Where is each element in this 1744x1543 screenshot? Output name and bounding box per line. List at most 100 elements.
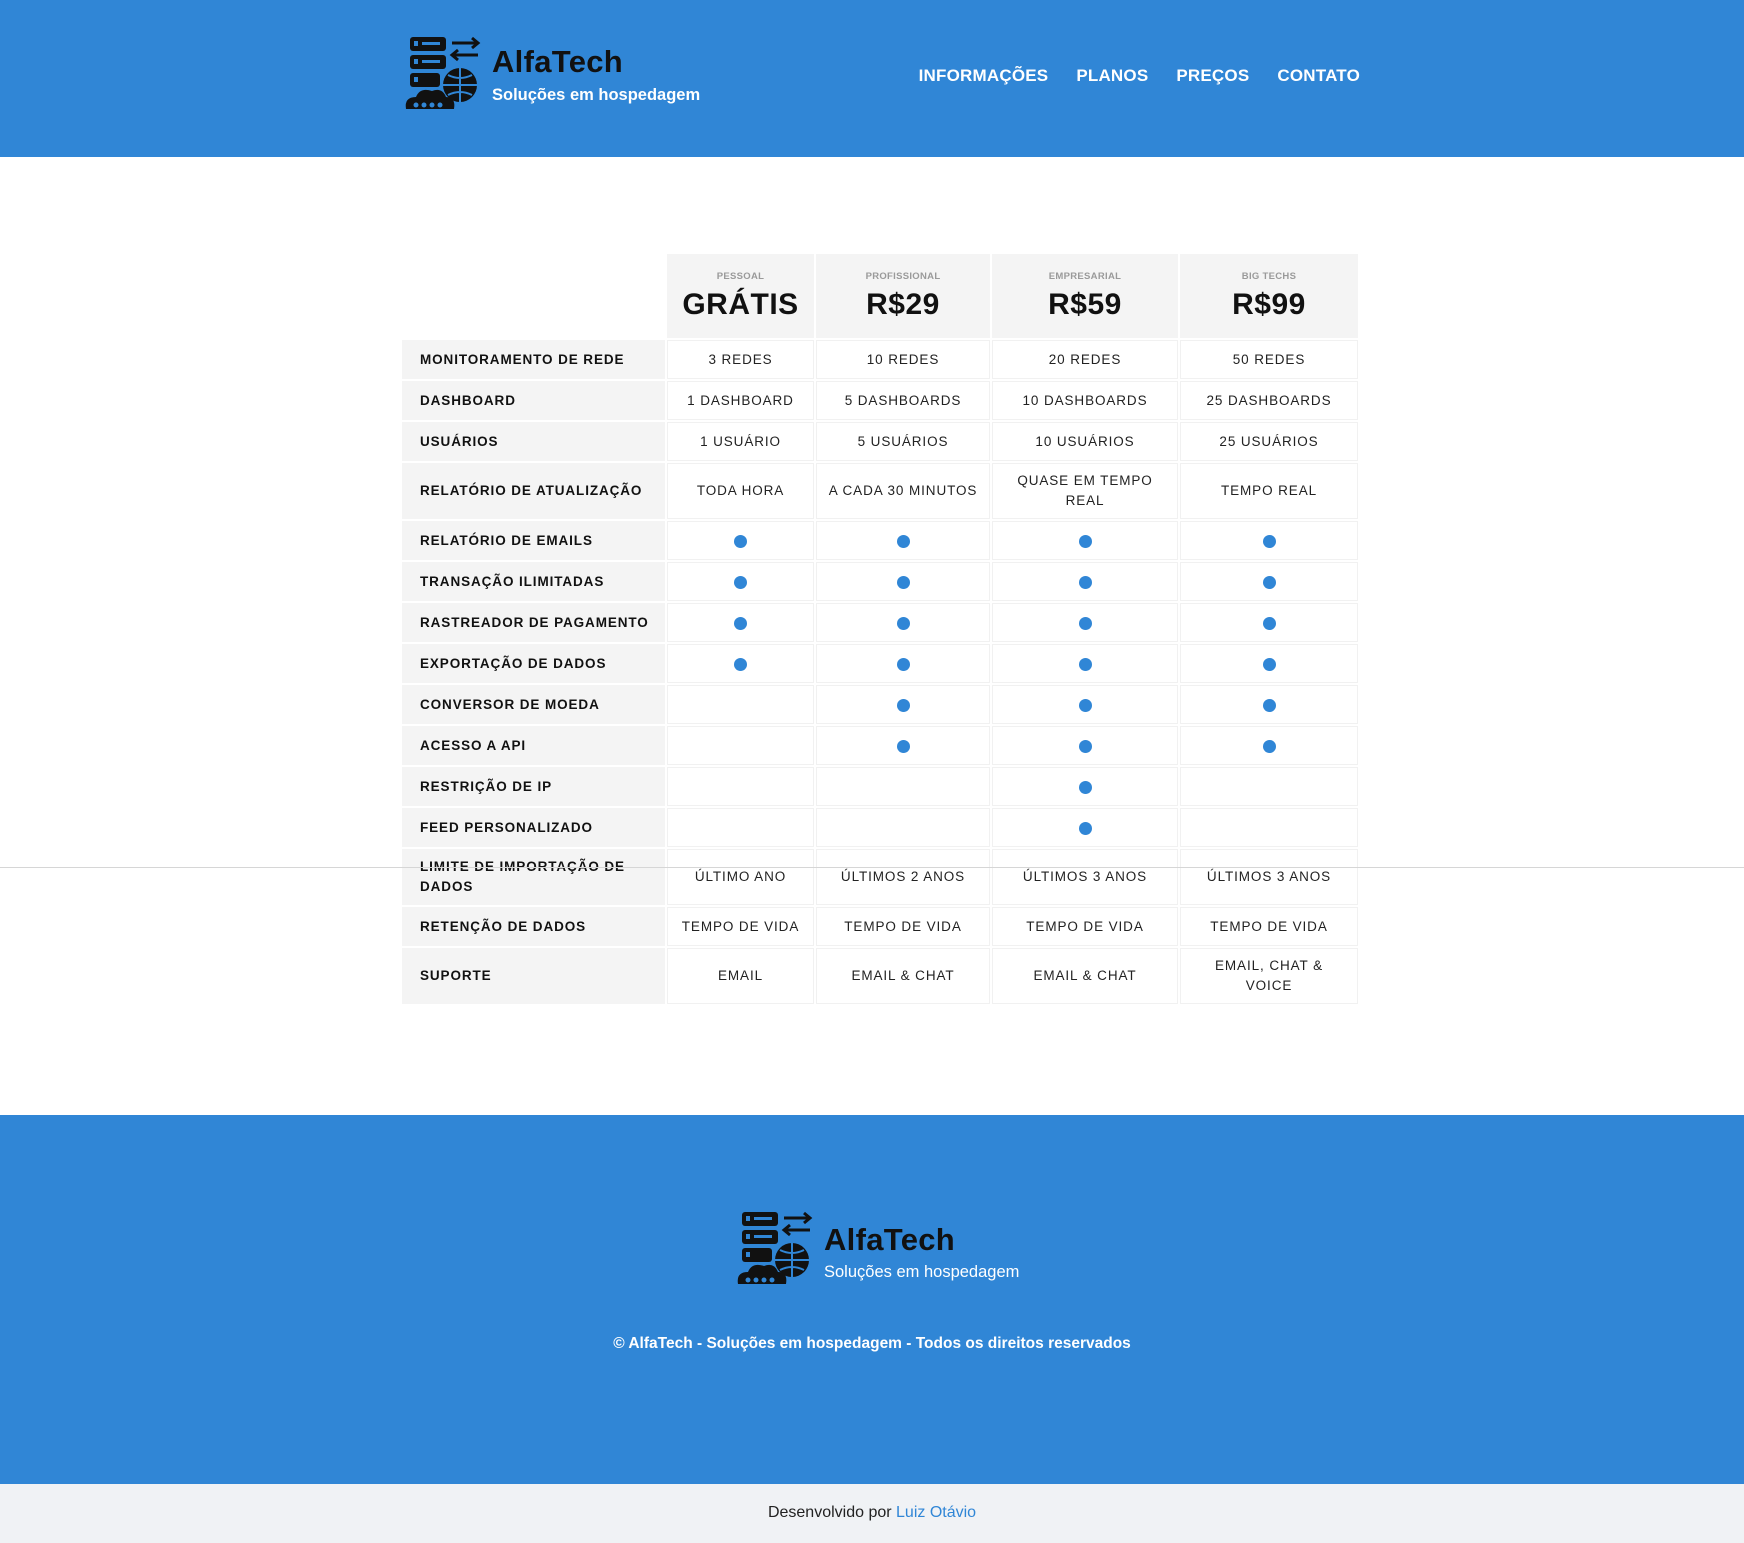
feature-check <box>667 521 814 560</box>
table-row: SUPORTE EMAIL EMAIL & CHAT EMAIL & CHAT … <box>402 948 1358 1004</box>
developer-credit: Desenvolvido por Luiz Otávio <box>0 1484 1744 1543</box>
feature-label: FEED PERSONALIZADO <box>402 808 665 847</box>
check-dot-icon <box>1262 534 1276 548</box>
plan-price: R$59 <box>1048 288 1122 321</box>
check-dot-icon <box>896 616 910 630</box>
check-dot-icon <box>734 534 747 548</box>
table-row: TRANSAÇÃO ILIMITADAS <box>402 562 1358 601</box>
footer-logo[interactable]: AlfaTech Soluções em hospedagem <box>734 1210 1019 1295</box>
table-row: RELATÓRIO DE ATUALIZAÇÃO TODA HORA A CAD… <box>402 463 1358 519</box>
feature-check <box>1180 726 1358 765</box>
nav-link-planos[interactable]: PLANOS <box>1076 66 1148 86</box>
nav-link-precos[interactable]: PREÇOS <box>1176 66 1249 86</box>
feature-check <box>816 521 990 560</box>
feature-value: 25 USUÁRIOS <box>1180 422 1358 461</box>
feature-label: DASHBOARD <box>402 381 665 420</box>
feature-check <box>1180 644 1358 683</box>
credit-author-link[interactable]: Luiz Otávio <box>896 1504 976 1521</box>
feature-check <box>1180 603 1358 642</box>
feature-value: 5 DASHBOARDS <box>816 381 990 420</box>
feature-label: RESTRIÇÃO DE IP <box>402 767 665 806</box>
feature-value: ÚLTIMO ANO <box>667 849 814 905</box>
nav-link-informacoes[interactable]: INFORMAÇÕES <box>919 66 1049 86</box>
feature-value: EMAIL & CHAT <box>816 948 990 1004</box>
feature-check <box>667 808 814 847</box>
feature-value: EMAIL & CHAT <box>992 948 1178 1004</box>
plan-tier: BIG TECHS <box>1241 271 1297 282</box>
feature-check <box>667 685 814 724</box>
plan-header-pessoal: PESSOAL GRÁTIS <box>667 254 814 338</box>
feature-value: 5 USUÁRIOS <box>816 422 990 461</box>
check-dot-icon <box>734 657 747 671</box>
plan-tier: PROFISSIONAL <box>865 271 941 282</box>
table-row: EXPORTAÇÃO DE DADOS <box>402 644 1358 683</box>
check-dot-icon <box>896 698 910 712</box>
table-row: RELATÓRIO DE EMAILS <box>402 521 1358 560</box>
table-row: MONITORAMENTO DE REDE 3 REDES 10 REDES 2… <box>402 340 1358 379</box>
table-row: USUÁRIOS 1 USUÁRIO 5 USUÁRIOS 10 USUÁRIO… <box>402 422 1358 461</box>
feature-value: TEMPO DE VIDA <box>816 907 990 946</box>
plan-header-profissional: PROFISSIONAL R$29 <box>816 254 990 338</box>
plan-tier: PESSOAL <box>716 271 765 282</box>
feature-check <box>1180 521 1358 560</box>
check-dot-icon <box>1262 616 1276 630</box>
check-dot-icon <box>1078 780 1092 794</box>
header-logo[interactable]: AlfaTech Soluções em hospedagem <box>402 35 700 115</box>
feature-value: TODA HORA <box>667 463 814 519</box>
check-dot-icon <box>1078 739 1092 753</box>
check-dot-icon <box>1262 657 1276 671</box>
main-nav: INFORMAÇÕES PLANOS PREÇOS CONTATO <box>919 66 1360 86</box>
brand-tagline: Soluções em hospedagem <box>492 85 701 104</box>
feature-label: EXPORTAÇÃO DE DADOS <box>402 644 665 683</box>
feature-check <box>816 808 990 847</box>
check-dot-icon <box>896 739 910 753</box>
feature-check <box>816 644 990 683</box>
feature-check <box>1180 808 1358 847</box>
feature-check <box>667 767 814 806</box>
check-dot-icon <box>1078 821 1092 835</box>
feature-value: 10 USUÁRIOS <box>992 422 1178 461</box>
feature-label: RASTREADOR DE PAGAMENTO <box>402 603 665 642</box>
feature-value: TEMPO DE VIDA <box>1180 907 1358 946</box>
feature-label: CONVERSOR DE MOEDA <box>402 685 665 724</box>
check-dot-icon <box>734 616 747 630</box>
table-row: FEED PERSONALIZADO <box>402 808 1358 847</box>
plans-table: PESSOAL GRÁTIS PROFISSIONAL R$29 EMPRESA… <box>400 252 1360 1006</box>
feature-label: SUPORTE <box>402 948 665 1004</box>
feature-check <box>992 521 1178 560</box>
feature-check <box>1180 767 1358 806</box>
feature-check <box>816 562 990 601</box>
pricing-table: PESSOAL GRÁTIS PROFISSIONAL R$29 EMPRESA… <box>400 252 1360 1006</box>
copyright-text: © AlfaTech - Soluções em hospedagem - To… <box>613 1335 1131 1352</box>
feature-value: EMAIL <box>667 948 814 1004</box>
feature-value: 10 REDES <box>816 340 990 379</box>
check-dot-icon <box>1262 575 1276 589</box>
nav-link-contato[interactable]: CONTATO <box>1277 66 1360 86</box>
check-dot-icon <box>1078 657 1092 671</box>
check-dot-icon <box>1078 534 1092 548</box>
check-dot-icon <box>1262 739 1276 753</box>
server-cloud-icon <box>734 1210 814 1295</box>
feature-label: LIMITE DE IMPORTAÇÃO DE DADOS <box>402 849 665 905</box>
table-row: RESTRIÇÃO DE IP <box>402 767 1358 806</box>
check-dot-icon <box>734 575 747 589</box>
plan-tier: EMPRESARIAL <box>1048 271 1122 282</box>
server-cloud-icon <box>402 35 482 115</box>
feature-value: 20 REDES <box>992 340 1178 379</box>
feature-label: USUÁRIOS <box>402 422 665 461</box>
header-empty-cell <box>402 254 665 338</box>
plan-price: R$29 <box>866 288 940 321</box>
feature-value: 50 REDES <box>1180 340 1358 379</box>
feature-value: TEMPO REAL <box>1180 463 1358 519</box>
table-row: DASHBOARD 1 DASHBOARD 5 DASHBOARDS 10 DA… <box>402 381 1358 420</box>
feature-check <box>667 562 814 601</box>
feature-value: ÚLTIMOS 3 ANOS <box>1180 849 1358 905</box>
table-row: LIMITE DE IMPORTAÇÃO DE DADOS ÚLTIMO ANO… <box>402 849 1358 905</box>
feature-value: 3 REDES <box>667 340 814 379</box>
feature-check <box>992 808 1178 847</box>
feature-check <box>1180 685 1358 724</box>
feature-value: ÚLTIMOS 2 ANOS <box>816 849 990 905</box>
feature-value: ÚLTIMOS 3 ANOS <box>992 849 1178 905</box>
table-row: RETENÇÃO DE DADOS TEMPO DE VIDA TEMPO DE… <box>402 907 1358 946</box>
feature-value: EMAIL, CHAT & VOICE <box>1180 948 1358 1004</box>
